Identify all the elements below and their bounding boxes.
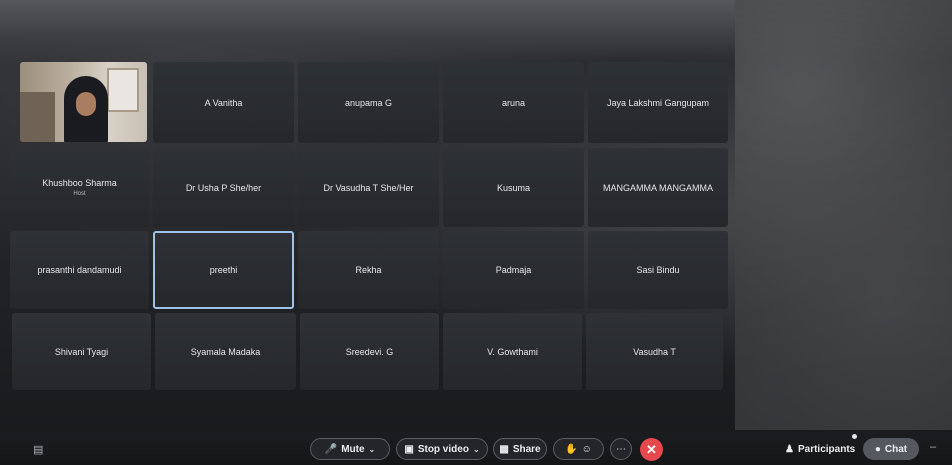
raise-hand-icon[interactable]: ✋ — [565, 444, 577, 455]
participant-tile[interactable]: MANGAMMA MANGAMMA — [588, 148, 728, 227]
background-wall — [735, 0, 952, 430]
hand-reactions-group: ✋ ☺ — [553, 438, 604, 460]
participant-tile[interactable]: Khushboo Sharma Host — [10, 148, 149, 227]
participant-tile[interactable]: Rekha — [298, 231, 439, 309]
participant-tile[interactable]: Dr Usha P She/her — [153, 148, 294, 227]
participant-name: V. Gowthami — [487, 346, 538, 357]
chevron-down-icon[interactable]: ⌄ — [473, 445, 480, 454]
participant-tile[interactable]: prasanthi dandamudi — [10, 231, 149, 309]
notification-dot — [852, 434, 857, 439]
participant-tile[interactable]: Syamala Madaka — [155, 313, 296, 390]
end-call-icon: ✕ — [646, 441, 657, 457]
self-video-tile[interactable] — [20, 62, 147, 142]
chat-icon: ● — [874, 443, 881, 455]
meeting-window: A Vanitha anupama G aruna Jaya Lakshmi G… — [0, 0, 952, 465]
participant-name: Kusuma — [496, 182, 531, 193]
participant-tile-active-speaker[interactable]: preethi — [153, 231, 294, 309]
mute-button[interactable]: 🎤 Mute ⌄ — [310, 438, 390, 460]
participants-button[interactable]: ♟ Participants — [785, 441, 855, 457]
video-camera-icon: ▣ — [404, 443, 414, 455]
chat-button[interactable]: ● Chat — [863, 438, 919, 460]
chat-label: Chat — [884, 443, 908, 455]
participant-name: Syamala Madaka — [190, 346, 261, 357]
participant-tile[interactable]: Padmaja — [443, 231, 584, 309]
stop-video-label: Stop video — [417, 443, 469, 455]
participant-name: Shivani Tyagi — [54, 346, 109, 357]
mute-label: Mute — [341, 443, 365, 455]
participant-name: MANGAMMA MANGAMMA — [602, 182, 713, 193]
participant-tile[interactable]: Dr Vasudha T She/Her — [298, 148, 439, 227]
more-icon[interactable]: – — [930, 441, 936, 453]
participant-name: Sasi Bindu — [636, 265, 680, 275]
share-button[interactable]: ▩ Share — [493, 438, 547, 460]
participant-tile[interactable]: Shivani Tyagi — [12, 313, 151, 390]
participant-name: A Vanitha — [204, 97, 243, 108]
participant-name: Rekha — [355, 265, 382, 275]
share-screen-icon: ▩ — [499, 443, 509, 455]
share-label: Share — [512, 443, 541, 455]
participant-name: aruna — [501, 97, 526, 108]
participant-name: Jaya Lakshmi Gangupam — [606, 97, 710, 108]
participants-icon: ♟ — [785, 443, 794, 455]
mic-icon: 🎤 — [324, 443, 338, 455]
participant-name: Khushboo Sharma — [42, 178, 117, 188]
participant-name: preethi — [209, 265, 238, 275]
participant-name: anupama G — [344, 97, 393, 108]
participant-name: Dr Vasudha T She/Her — [323, 182, 414, 193]
participant-tile[interactable]: Jaya Lakshmi Gangupam — [588, 62, 728, 143]
stop-video-button[interactable]: ▣ Stop video ⌄ — [396, 438, 488, 460]
participant-tile[interactable]: Sreedevi. G — [300, 313, 439, 390]
participant-tile[interactable]: A Vanitha — [153, 62, 294, 143]
participant-tile[interactable]: anupama G — [298, 62, 439, 143]
video-background-window — [107, 68, 139, 112]
end-call-button[interactable]: ✕ — [640, 438, 663, 461]
participant-name: prasanthi dandamudi — [37, 265, 122, 275]
participant-name: Dr Usha P She/her — [185, 182, 262, 193]
participant-role-badge: Host — [73, 191, 86, 197]
captions-icon[interactable]: ▤ — [33, 443, 43, 456]
more-options-button[interactable]: ⋯ — [610, 438, 632, 460]
participant-tile[interactable]: Kusuma — [443, 148, 584, 227]
more-options-icon: ⋯ — [616, 443, 626, 455]
participant-tile[interactable]: Vasudha T — [586, 313, 723, 390]
reactions-icon[interactable]: ☺ — [582, 444, 592, 455]
participant-name: Vasudha T — [633, 346, 676, 357]
video-background-shelf — [20, 92, 55, 142]
participant-name: Padmaja — [495, 265, 532, 275]
chevron-down-icon[interactable]: ⌄ — [369, 445, 376, 454]
participant-tile[interactable]: Sasi Bindu — [588, 231, 728, 309]
participant-tile[interactable]: aruna — [443, 62, 584, 143]
participant-tile[interactable]: V. Gowthami — [443, 313, 582, 390]
participant-name: Sreedevi. G — [345, 346, 394, 357]
participants-label: Participants — [797, 443, 856, 455]
participant-video-face — [76, 92, 96, 116]
